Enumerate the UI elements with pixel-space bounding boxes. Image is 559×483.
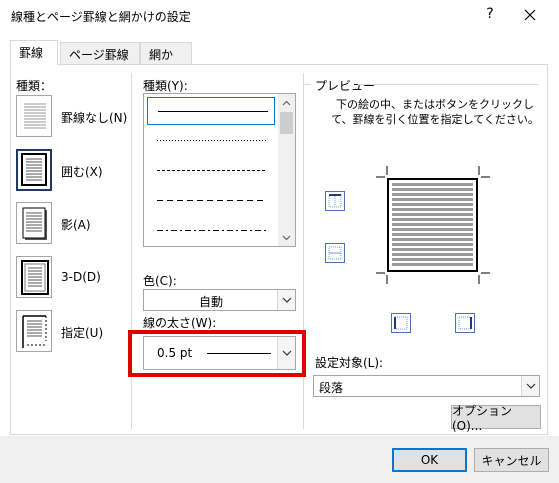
right-border-icon xyxy=(458,316,472,330)
color-label: 色(C): xyxy=(143,274,177,288)
setting-shadow-label[interactable]: 影(A) xyxy=(61,216,91,233)
preview-description: 下の絵の中、またはボタンをクリックして、罫線を引く位置を指定してください。 xyxy=(331,98,539,126)
preview-text-lines xyxy=(392,183,473,266)
highlight-box xyxy=(128,330,306,377)
left-border-button[interactable] xyxy=(391,313,411,333)
style-heading: 種類(Y): xyxy=(143,79,188,93)
width-label: 線の太さ(W): xyxy=(143,316,217,330)
middle-border-button[interactable] xyxy=(325,243,345,263)
setting-custom-option[interactable] xyxy=(16,310,52,352)
custom-border-icon xyxy=(22,315,47,348)
line-style-dash-dot[interactable] xyxy=(147,217,275,245)
setting-none-option[interactable] xyxy=(16,95,52,137)
chevron-down-icon xyxy=(282,235,291,240)
tab-borders[interactable]: 罫線 xyxy=(10,40,58,65)
preview-page[interactable] xyxy=(387,178,478,272)
box-border-icon xyxy=(21,153,47,186)
line-style-list[interactable] xyxy=(143,93,296,247)
inside-horizontal-border-icon xyxy=(328,246,342,260)
preview-group-line xyxy=(358,84,538,85)
top-border-icon xyxy=(328,194,342,208)
chevron-down-icon xyxy=(526,383,535,389)
window-title: 線種とページ罫線と網かけの設定 xyxy=(11,10,191,24)
setting-3d-label[interactable]: 3-D(D) xyxy=(61,270,101,284)
line-style-dashed-small[interactable] xyxy=(147,157,275,185)
cancel-button[interactable]: キャンセル xyxy=(474,448,549,472)
apply-to-label: 設定対象(L): xyxy=(315,356,384,370)
setting-shadow-option[interactable] xyxy=(16,202,52,244)
setting-none-label[interactable]: 罫線なし(N) xyxy=(61,109,127,126)
setting-box-label[interactable]: 囲む(X) xyxy=(61,163,103,180)
tab-shading[interactable]: 網かけ xyxy=(140,42,192,79)
line-style-dotted[interactable] xyxy=(147,127,275,155)
right-border-button[interactable] xyxy=(455,313,475,333)
setting-heading: 種類： xyxy=(16,79,53,93)
scroll-down-button[interactable] xyxy=(278,229,295,246)
left-border-icon xyxy=(394,316,408,330)
close-button[interactable] xyxy=(507,0,553,30)
no-border-icon xyxy=(24,103,46,129)
apply-to-select[interactable]: 段落 xyxy=(313,375,540,397)
setting-custom-label[interactable]: 指定(U) xyxy=(61,324,103,341)
help-button[interactable]: ? xyxy=(482,6,498,22)
3d-border-icon xyxy=(21,260,49,295)
preview-heading: プレビュー xyxy=(315,79,376,93)
title-bar: 線種とページ罫線と網かけの設定 ? xyxy=(0,0,559,32)
chevron-down-icon xyxy=(282,297,291,303)
tab-page-borders[interactable]: ページ罫線 xyxy=(60,42,140,64)
ok-button[interactable]: OK xyxy=(392,448,467,472)
scroll-thumb[interactable] xyxy=(280,112,293,134)
preview-group-line-left xyxy=(303,84,311,85)
setting-box-option[interactable] xyxy=(16,149,52,191)
apply-to-value: 段落 xyxy=(319,381,344,395)
color-value: 自動 xyxy=(198,295,223,309)
scroll-up-button[interactable] xyxy=(278,94,295,111)
line-style-dashed[interactable] xyxy=(147,187,275,215)
top-border-button[interactable] xyxy=(325,191,345,211)
color-dropdown-button[interactable] xyxy=(277,290,295,310)
line-style-scrollbar[interactable] xyxy=(278,94,295,246)
color-select[interactable]: 自動 xyxy=(143,289,296,311)
shadow-border-icon xyxy=(22,207,47,240)
apply-to-dropdown-button[interactable] xyxy=(521,376,539,396)
setting-3d-option[interactable] xyxy=(16,256,52,298)
line-style-solid[interactable] xyxy=(147,97,275,125)
close-icon xyxy=(524,9,536,21)
chevron-up-icon xyxy=(282,100,291,105)
options-button[interactable]: オプション(O)... xyxy=(451,404,541,433)
